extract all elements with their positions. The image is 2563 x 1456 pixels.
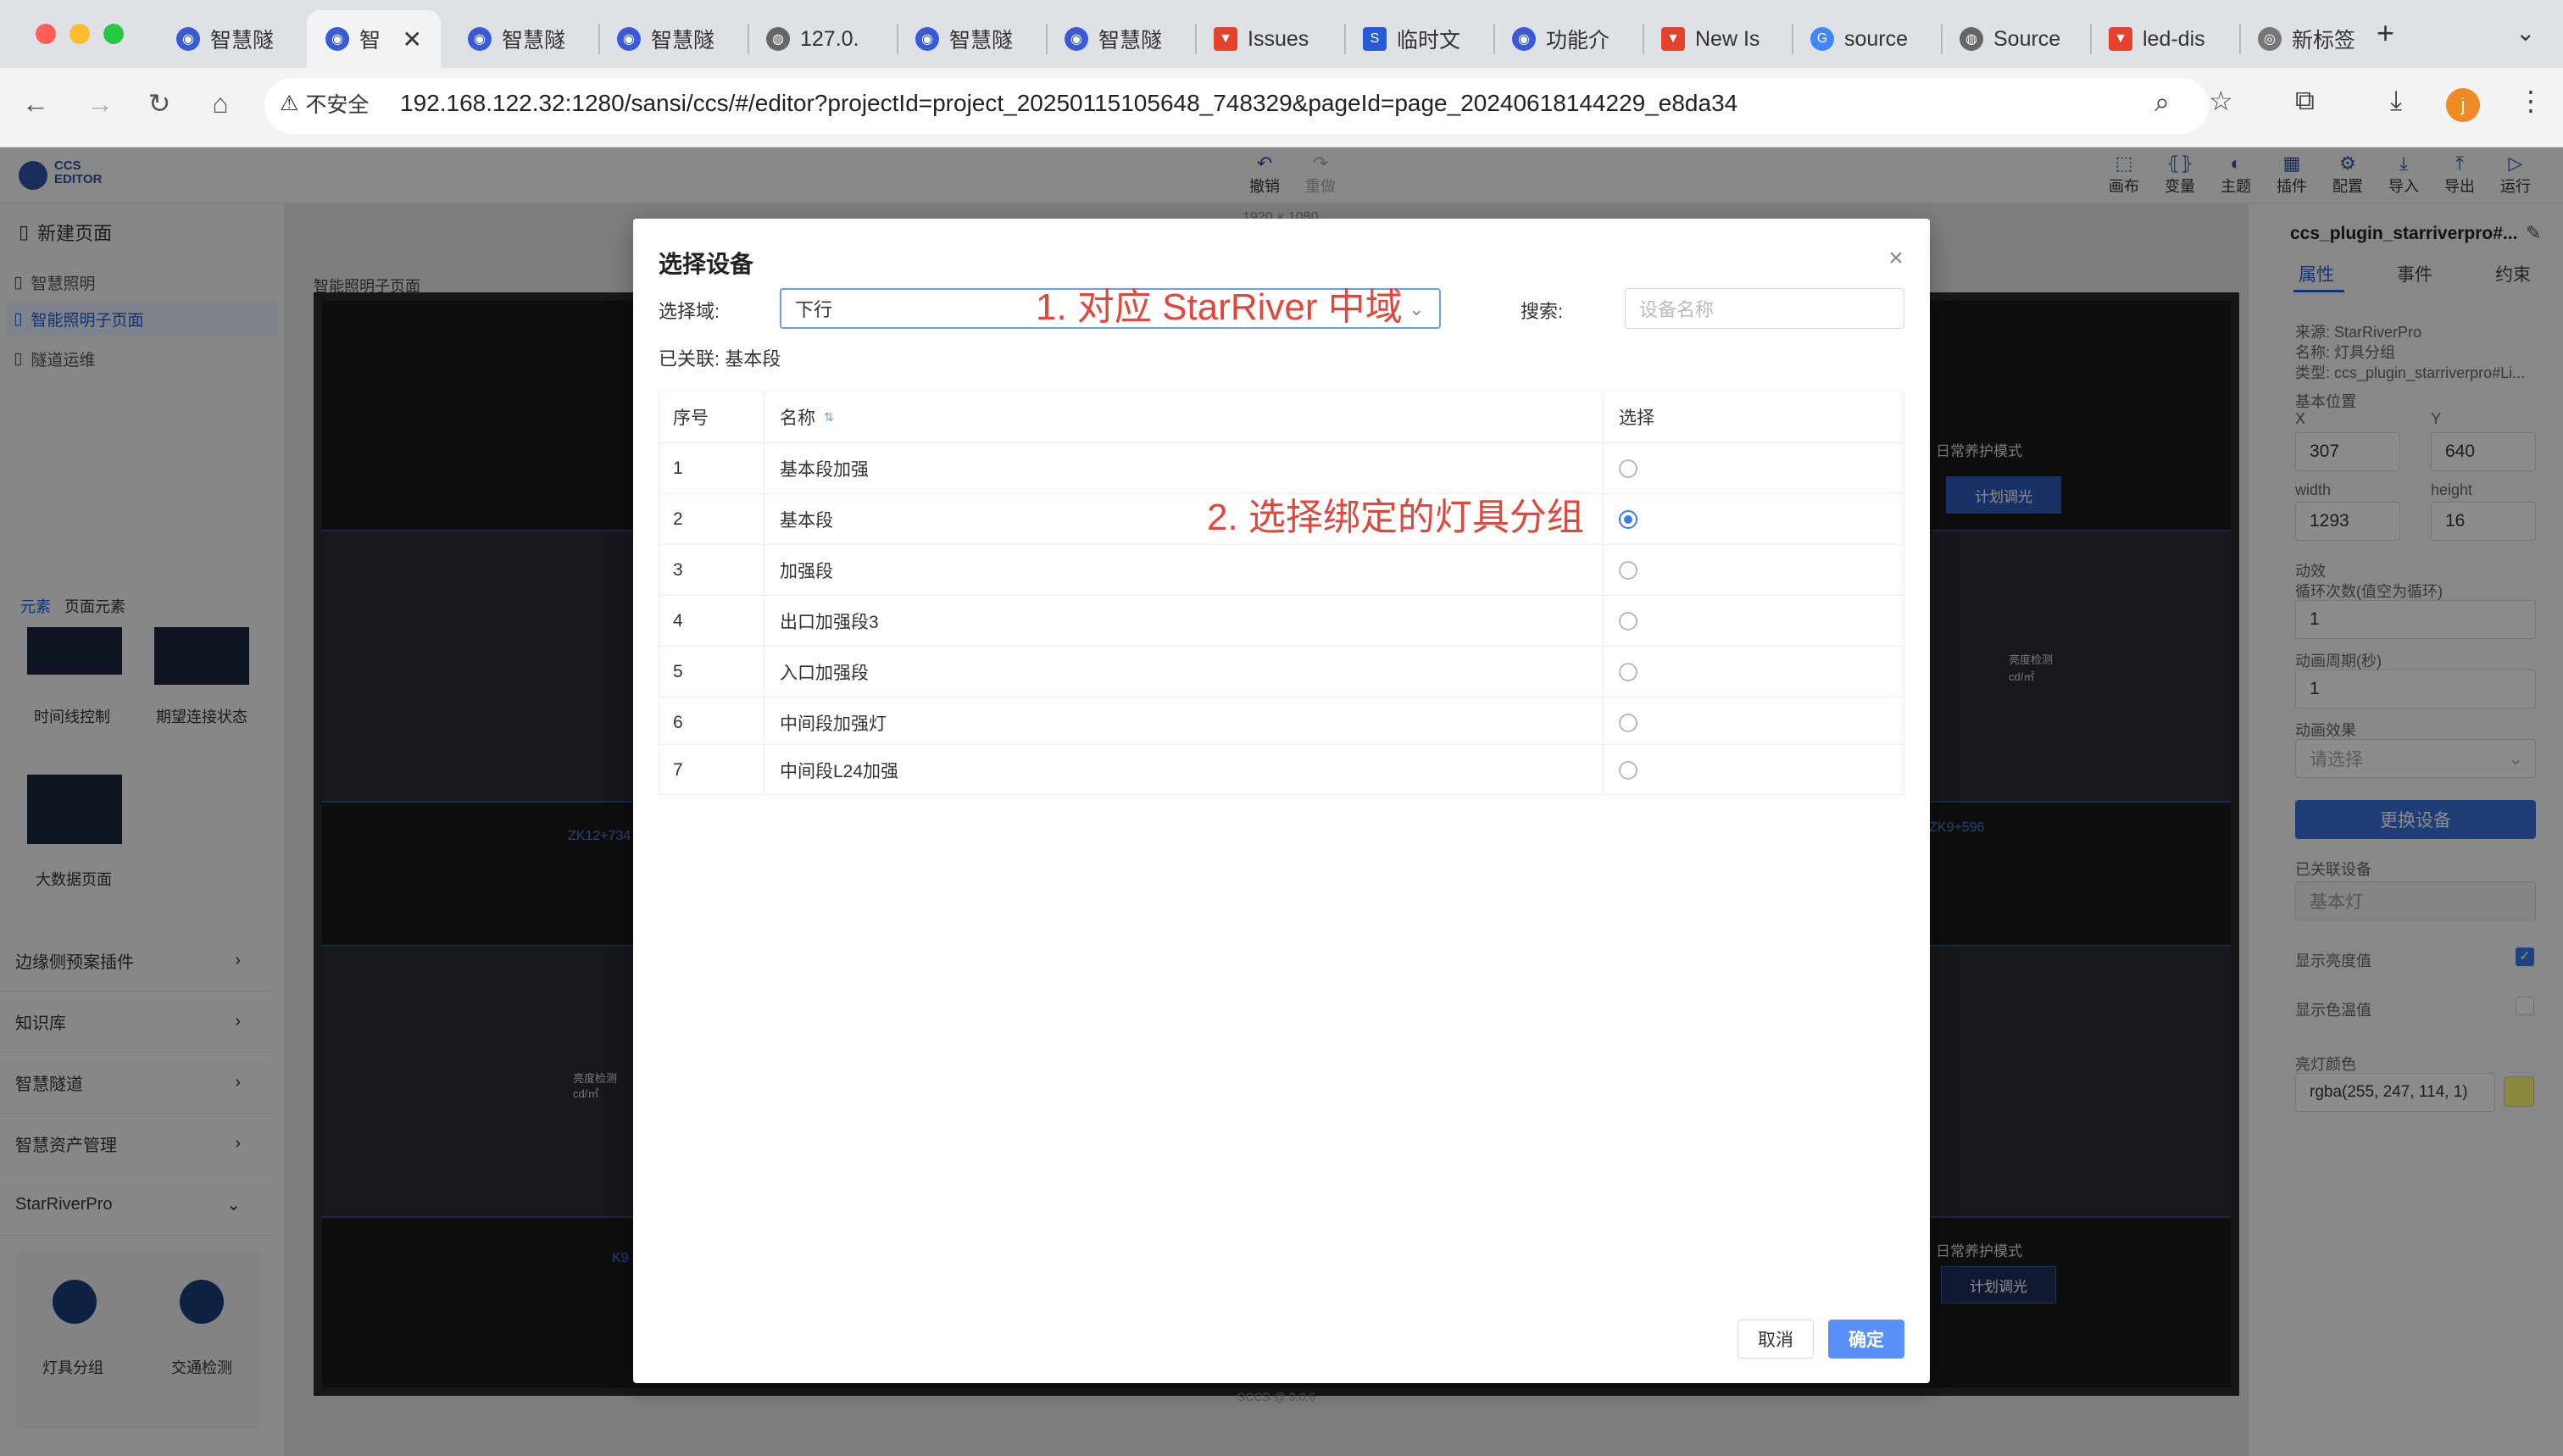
profile-avatar[interactable]: j xyxy=(2446,88,2480,122)
bookmark-star-icon[interactable]: ☆ xyxy=(2209,85,2233,117)
table-row[interactable]: 7 中间段L24加强 xyxy=(659,744,1904,795)
column-header[interactable]: 名称 ⇅ xyxy=(764,392,1604,442)
annotation-2: 2. 选择绑定的灯具分组 xyxy=(1207,497,1584,538)
ccs-icon: ◉ xyxy=(176,27,200,51)
browser-tab[interactable]: ◉ 功能介 xyxy=(1493,10,1643,68)
sort-icon[interactable]: ⇅ xyxy=(824,410,834,425)
globe-icon: ◍ xyxy=(1960,27,1983,51)
ccs-icon: ◉ xyxy=(468,27,492,51)
ccs-icon: ◉ xyxy=(617,27,641,51)
security-indicator[interactable]: ⚠ 不安全 xyxy=(280,88,369,119)
home-icon[interactable]: ⌂ xyxy=(202,85,239,122)
table-row[interactable]: 6 中间段加强灯 xyxy=(659,697,1904,747)
linked-text: 已关联: 基本段 xyxy=(659,348,781,370)
zoom-icon[interactable]: ⌕ xyxy=(2154,86,2170,119)
browser-tab[interactable]: ◉ 智慧隧 xyxy=(598,10,748,68)
browser-tab[interactable]: ◉ 智慧隧 xyxy=(1046,10,1195,68)
close-icon[interactable]: × xyxy=(1883,246,1909,271)
domain-label: 选择域: xyxy=(659,301,720,322)
table-row[interactable]: 5 入口加强段 xyxy=(659,646,1904,697)
browser-tab[interactable]: ▼ New Is xyxy=(1643,10,1792,68)
reload-icon[interactable]: ↻ xyxy=(141,85,178,122)
gitlab-icon: ▼ xyxy=(1214,27,1237,51)
select-radio[interactable] xyxy=(1619,458,1637,478)
ccs-icon: ◉ xyxy=(325,27,349,51)
back-icon[interactable]: ← xyxy=(17,85,54,122)
warning-icon: ⚠ xyxy=(280,92,299,115)
browser-tab[interactable]: ▼ led-dis xyxy=(2090,10,2239,68)
search-label: 搜索: xyxy=(1521,301,1564,322)
browser-tab[interactable]: ◎ 新标签 xyxy=(2239,10,2388,68)
download-icon[interactable]: ⤓ xyxy=(2390,85,2402,117)
forward-icon[interactable]: → xyxy=(81,85,119,122)
close-tab-icon[interactable]: ✕ xyxy=(403,25,422,53)
url-text[interactable]: 192.168.122.32:1280/sansi/ccs/#/editor?p… xyxy=(400,90,1737,117)
browser-tab[interactable]: S 临时文 xyxy=(1344,10,1493,68)
confirm-button[interactable]: 确定 xyxy=(1828,1320,1904,1359)
select-radio[interactable] xyxy=(1619,662,1637,681)
browser-tab[interactable]: ▼ Issues xyxy=(1195,10,1344,68)
new-tab-icon[interactable]: + xyxy=(2377,15,2394,51)
minimize-window-button[interactable] xyxy=(69,24,90,44)
close-window-button[interactable] xyxy=(36,24,56,44)
browser-tab-active[interactable]: ◉ 智 ✕ xyxy=(307,10,441,68)
browser-menu-icon[interactable]: ⋮ xyxy=(2517,85,2544,117)
browser-tab[interactable]: ◍ Source xyxy=(1941,10,2090,68)
search-input[interactable]: 设备名称 xyxy=(1625,288,1904,329)
table-row[interactable]: 3 加强段 xyxy=(659,544,1904,595)
column-header: 序号 xyxy=(659,392,764,442)
zoom-window-button[interactable] xyxy=(103,24,124,44)
column-header: 选择 xyxy=(1619,408,1654,428)
dialog-title: 选择设备 xyxy=(659,251,754,277)
ccs-icon: ◉ xyxy=(1512,27,1536,51)
tab-search-icon[interactable]: ⌄ xyxy=(2516,19,2535,47)
browser-tab[interactable]: Gsource xyxy=(1792,10,1941,68)
table-header: 序号 名称 ⇅ 选择 xyxy=(659,392,1904,442)
chrome-icon: ◎ xyxy=(2258,27,2282,51)
extensions-icon[interactable]: ⧉ xyxy=(2295,85,2315,117)
browser-tab[interactable]: ◍ 127.0. xyxy=(748,10,897,68)
cancel-button[interactable]: 取消 xyxy=(1737,1320,1814,1359)
ccs-icon: ◉ xyxy=(915,27,939,51)
table-row[interactable]: 1 基本段加强 xyxy=(659,442,1904,493)
globe-icon: ◍ xyxy=(766,27,790,51)
google-icon: G xyxy=(1810,27,1834,51)
annotation-1: 1. 对应 StarRiver 中域 xyxy=(1036,286,1403,328)
select-radio[interactable] xyxy=(1619,611,1637,631)
ccs-icon: ◉ xyxy=(1065,27,1088,51)
browser-tab[interactable]: ◉ 智慧隧 xyxy=(897,10,1046,68)
chevron-down-icon: ⌄ xyxy=(1409,298,1425,320)
browser-tab[interactable]: ◉ 智慧隧 xyxy=(158,10,307,68)
browser-tab[interactable]: ◉ 智慧隧 xyxy=(449,10,598,68)
gitlab-icon: ▼ xyxy=(1661,27,1685,51)
select-radio[interactable] xyxy=(1619,560,1637,580)
s-icon: S xyxy=(1363,27,1387,51)
select-radio-checked[interactable] xyxy=(1619,509,1637,529)
select-radio[interactable] xyxy=(1619,713,1637,732)
gitlab-icon: ▼ xyxy=(2109,27,2132,51)
table-row[interactable]: 4 出口加强段3 xyxy=(659,595,1904,646)
select-radio[interactable] xyxy=(1619,760,1637,780)
